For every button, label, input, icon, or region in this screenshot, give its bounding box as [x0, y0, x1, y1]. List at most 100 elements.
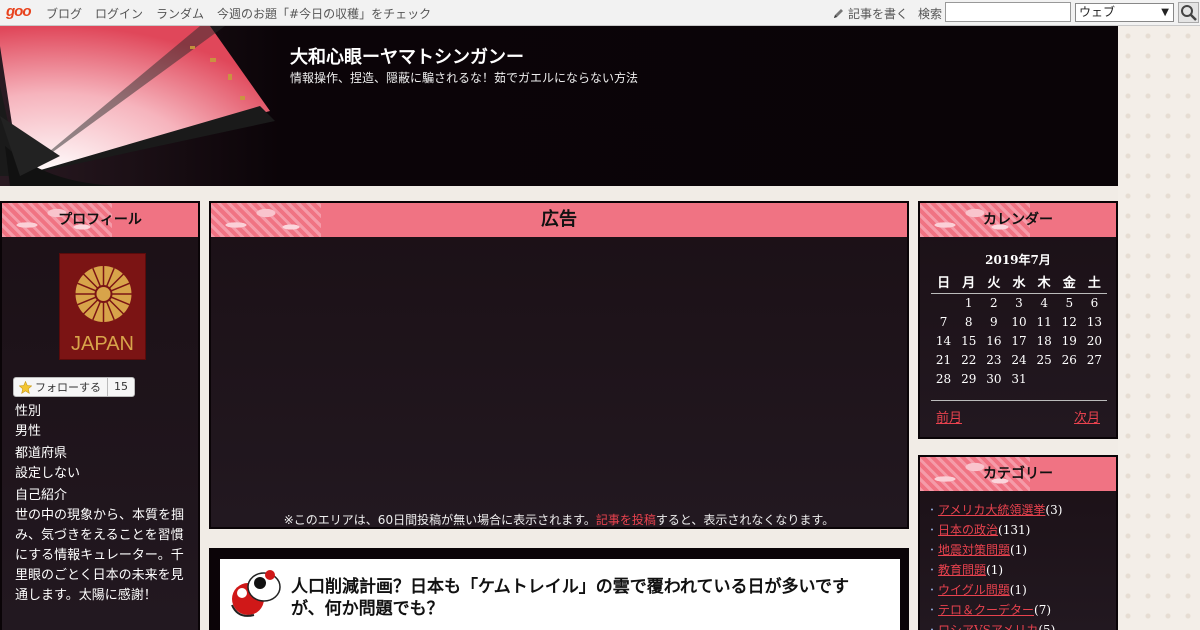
- blog-title[interactable]: 大和心眼ーヤマトシンガンー: [290, 43, 524, 69]
- calendar-day: [1082, 369, 1107, 388]
- prev-month-link[interactable]: 前月: [936, 407, 962, 426]
- weekday-header: 木: [1031, 271, 1057, 294]
- search-scope-value: ウェブ: [1079, 5, 1116, 19]
- calendar-day: [1032, 369, 1057, 388]
- category-link[interactable]: テロ＆クーデター: [938, 603, 1034, 617]
- ad-notice: ※このエリアは、60日間投稿が無い場合に表示されます。記事を投稿すると、表示され…: [211, 511, 907, 528]
- nav-login-link[interactable]: ログイン: [95, 5, 143, 22]
- calendar-day[interactable]: 5: [1057, 293, 1082, 312]
- search-input[interactable]: [945, 2, 1071, 22]
- calendar-day[interactable]: 8: [956, 312, 981, 331]
- calendar-day[interactable]: 18: [1032, 331, 1057, 350]
- chevron-down-icon: ▼: [1161, 7, 1169, 18]
- calendar-day: [931, 293, 956, 312]
- category-link[interactable]: 教育問題: [938, 563, 986, 577]
- calendar-day[interactable]: 2: [981, 293, 1006, 312]
- write-article-link[interactable]: 記事を書く: [832, 5, 908, 22]
- calendar-day[interactable]: 24: [1006, 350, 1031, 369]
- calendar-day[interactable]: 10: [1006, 312, 1031, 331]
- calendar-day[interactable]: 30: [981, 369, 1006, 388]
- gender-value: 男性: [15, 424, 42, 439]
- ad-heading: 広告: [211, 203, 907, 237]
- follow-button[interactable]: フォローする: [14, 378, 108, 396]
- search-icon: [1181, 5, 1197, 21]
- profile-info: 性別 男性 都道府県 設定しない 自己紹介 世の中の現象から、本質を掴み、気づき…: [15, 402, 191, 606]
- nav-random-link[interactable]: ランダム: [156, 5, 204, 22]
- search-label: 検索: [918, 7, 943, 21]
- article-card: 人口削減計画？日本も「ケムトレイル」の雲で覆われている日が多いですが、何か問題で…: [220, 559, 900, 630]
- calendar-day[interactable]: 15: [956, 331, 981, 350]
- calendar-day[interactable]: 25: [1032, 350, 1057, 369]
- bullet-icon: ･: [929, 503, 936, 517]
- next-month-link[interactable]: 次月: [1074, 407, 1100, 426]
- category-link[interactable]: ウイグル問題: [938, 583, 1010, 597]
- calendar-day[interactable]: 26: [1057, 350, 1082, 369]
- calendar-day[interactable]: 9: [981, 312, 1006, 331]
- category-item: ･地震対策問題(1): [929, 540, 1116, 560]
- gender-label: 性別: [15, 404, 42, 419]
- category-count: (5): [1038, 623, 1056, 630]
- calendar-day[interactable]: 14: [931, 331, 956, 350]
- calendar-heading-label: カレンダー: [983, 212, 1053, 228]
- category-link[interactable]: 日本の政治: [938, 523, 998, 537]
- folding-fan-image: [0, 26, 275, 186]
- calendar-day[interactable]: 12: [1057, 312, 1082, 331]
- profile-avatar[interactable]: JAPAN: [59, 253, 146, 360]
- weekday-header: 月: [956, 271, 982, 294]
- calendar-day[interactable]: 11: [1032, 312, 1057, 331]
- calendar-day[interactable]: 16: [981, 331, 1006, 350]
- calendar-day[interactable]: 21: [931, 350, 956, 369]
- prefecture-value: 設定しない: [15, 466, 81, 481]
- calendar-day[interactable]: 6: [1082, 293, 1107, 312]
- calendar-week: 28 29 30 31: [931, 369, 1107, 388]
- ad-notice-text: ※このエリアは、60日間投稿が無い場合に表示されます。: [283, 513, 596, 527]
- calendar-day[interactable]: 7: [931, 312, 956, 331]
- goo-toolbar: goo ブログ ログイン ランダム 今週のお題「#今日の収穫」をチェック 記事を…: [0, 0, 1200, 26]
- star-icon: [19, 380, 32, 394]
- article-entry: 人口削減計画？日本も「ケムトレイル」の雲で覆われている日が多いですが、何か問題で…: [209, 548, 909, 630]
- calendar-day[interactable]: 28: [931, 369, 956, 388]
- category-link[interactable]: アメリカ大統領選挙: [938, 503, 1045, 517]
- search-button[interactable]: [1178, 2, 1199, 23]
- calendar-day[interactable]: 22: [956, 350, 981, 369]
- calendar-day[interactable]: 27: [1082, 350, 1107, 369]
- category-panel: カテゴリー ･アメリカ大統領選挙(3) ･日本の政治(131) ･地震対策問題(1)…: [918, 455, 1118, 630]
- follow-label: フォローする: [35, 381, 101, 394]
- calendar-day[interactable]: 29: [956, 369, 981, 388]
- goo-logo[interactable]: goo: [6, 3, 31, 20]
- bullet-icon: ･: [929, 583, 936, 597]
- category-list: ･アメリカ大統領選挙(3) ･日本の政治(131) ･地震対策問題(1) ･教育問題(…: [920, 491, 1116, 630]
- calendar-day[interactable]: 17: [1006, 331, 1031, 350]
- follow-widget: フォローする 15: [13, 377, 135, 397]
- calendar-day[interactable]: 31: [1006, 369, 1031, 388]
- article-title[interactable]: 人口削減計画？日本も「ケムトレイル」の雲で覆われている日が多いですが、何か問題で…: [291, 576, 881, 620]
- post-article-link[interactable]: 記事を投稿: [596, 513, 656, 527]
- category-link[interactable]: ロシアVSアメリカ: [938, 623, 1038, 630]
- category-item: ･アメリカ大統領選挙(3): [929, 500, 1116, 520]
- calendar-day[interactable]: 3: [1006, 293, 1031, 312]
- bullet-icon: ･: [929, 623, 936, 630]
- category-link[interactable]: 地震対策問題: [938, 543, 1010, 557]
- category-item: ･日本の政治(131): [929, 520, 1116, 540]
- ad-notice-text-end: すると、表示されなくなります。: [655, 513, 835, 527]
- nav-weekly-topic-link[interactable]: 今週のお題「#今日の収穫」をチェック: [217, 5, 431, 22]
- weekday-header: 金: [1056, 271, 1082, 294]
- calendar-day[interactable]: 23: [981, 350, 1006, 369]
- calendar-day[interactable]: 4: [1032, 293, 1057, 312]
- calendar-day[interactable]: 20: [1082, 331, 1107, 350]
- weekday-header: 水: [1006, 271, 1032, 294]
- calendar-day[interactable]: 13: [1082, 312, 1107, 331]
- ad-heading-label: 広告: [541, 209, 577, 230]
- calendar-day[interactable]: 19: [1057, 331, 1082, 350]
- bio-text: 世の中の現象から、本質を掴み、気づきをえることを習慣にする情報キュレーター。千里…: [15, 508, 185, 603]
- category-heading-label: カテゴリー: [983, 466, 1053, 482]
- bullet-icon: ･: [929, 543, 936, 557]
- category-item: ･教育問題(1): [929, 560, 1116, 580]
- calendar-day[interactable]: 1: [956, 293, 981, 312]
- nav-blog-link[interactable]: ブログ: [46, 5, 82, 22]
- category-count: (1): [986, 563, 1004, 577]
- search-scope-select[interactable]: ウェブ ▼: [1075, 3, 1174, 22]
- emblem-caption: JAPAN: [71, 333, 134, 355]
- red-white-mascot-icon: [231, 570, 281, 617]
- chrysanthemum-emblem-icon: [75, 266, 132, 322]
